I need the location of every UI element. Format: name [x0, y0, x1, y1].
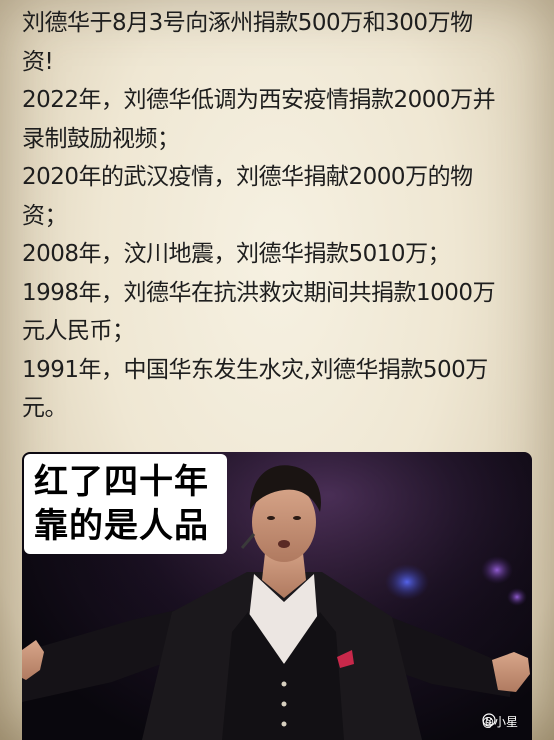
text-line: 2020年的武汉疫情，刘德华捐献2000万的物: [22, 164, 473, 190]
text-line: 2008年，汶川地震，刘德华捐款5010万；: [22, 241, 451, 267]
text-line: 录制鼓励视频；: [22, 125, 180, 152]
text-line: 元人民币；: [22, 318, 135, 344]
text-line: 刘德华于8月3号向涿州捐款500万和300万物: [22, 10, 473, 36]
caption-line: 红了四十年: [34, 462, 209, 502]
donation-list: 刘德华于8月3号向涿州捐款500万和300万物 资! 2022年，刘德华低调为西…: [22, 4, 537, 428]
performer-photo[interactable]: 红了四十年 靠的是人品 @小星: [22, 452, 532, 740]
text-line: 元。: [22, 395, 68, 421]
caption-box: 红了四十年 靠的是人品: [24, 454, 227, 554]
text-line: 1991年，中国华东发生水灾,刘德华捐款500万: [22, 356, 488, 383]
caption-line: 靠的是人品: [34, 506, 209, 546]
text-line: 资!: [22, 48, 54, 75]
text-line: 资；: [22, 202, 68, 229]
text-line: 1998年，刘德华在抗洪救灾期间共捐款1000万: [22, 279, 496, 306]
text-line: 2022年，刘德华低调为西安疫情捐款2000万并: [22, 87, 496, 113]
watermark: @小星: [482, 713, 518, 730]
platform-logo-icon: [482, 713, 496, 727]
